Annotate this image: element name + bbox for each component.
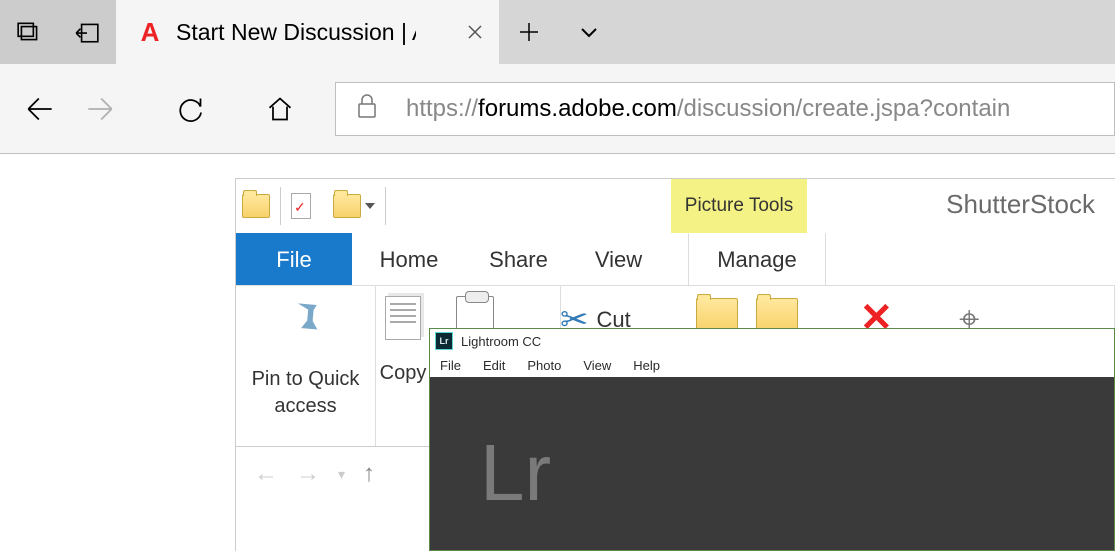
- lightroom-window: Lr Lightroom CC File Edit Photo View Hel…: [429, 328, 1115, 551]
- nav-history-dropdown[interactable]: ▾: [338, 466, 345, 483]
- copy-button[interactable]: Copy: [376, 286, 430, 446]
- lightroom-app-icon: Lr: [435, 332, 453, 350]
- forward-button[interactable]: [70, 79, 130, 139]
- tab-manage[interactable]: Manage: [688, 233, 826, 285]
- copy-label: Copy: [380, 362, 427, 385]
- lightroom-titlebar[interactable]: Lr Lightroom CC: [430, 329, 1114, 353]
- copyto-icon[interactable]: [756, 298, 798, 332]
- properties-icon[interactable]: ✓: [291, 193, 311, 219]
- nav-back[interactable]: ←: [254, 460, 278, 488]
- browser-toolbar: https://forums.adobe.com/discussion/crea…: [0, 64, 1115, 154]
- lightroom-title: Lightroom CC: [461, 334, 541, 349]
- new-tab-button[interactable]: [499, 0, 559, 64]
- tab-preview-button[interactable]: [0, 0, 58, 64]
- nav-up[interactable]: ↑: [363, 460, 375, 488]
- lightroom-splash: Lr: [430, 377, 1114, 550]
- close-tab-button[interactable]: [451, 0, 499, 64]
- adobe-favicon: A: [134, 17, 164, 47]
- pin-icon: [283, 296, 329, 348]
- tab-file[interactable]: File: [236, 233, 352, 285]
- lock-icon: [356, 93, 378, 124]
- moveto-icon[interactable]: [696, 298, 738, 332]
- pin-label: Pin to Quick access: [236, 366, 375, 420]
- home-button[interactable]: [250, 79, 310, 139]
- explorer-qat: ✓ Picture Tools ShutterStock: [236, 179, 1115, 233]
- pin-group[interactable]: Pin to Quick access: [236, 286, 376, 446]
- active-tab[interactable]: A Start New Discussion | A: [116, 0, 499, 64]
- folder-icon[interactable]: [242, 194, 270, 218]
- tab-view[interactable]: View: [571, 233, 666, 285]
- browser-tabstrip: A Start New Discussion | A: [0, 0, 1115, 64]
- tab-title: Start New Discussion | A: [176, 19, 416, 46]
- url-text: https://forums.adobe.com/discussion/crea…: [406, 95, 1010, 123]
- separator: [280, 187, 281, 225]
- menu-help[interactable]: Help: [633, 358, 660, 373]
- separator: [385, 187, 386, 225]
- tabstrip-right: [499, 0, 1115, 64]
- tab-share[interactable]: Share: [466, 233, 571, 285]
- nav-forward[interactable]: →: [296, 460, 320, 488]
- tab-actions-dropdown[interactable]: [559, 0, 619, 64]
- ribbon-tabs: File Home Share View Manage: [236, 233, 1115, 285]
- window-title: ShutterStock: [946, 189, 1095, 220]
- menu-photo[interactable]: Photo: [527, 358, 561, 373]
- copy-icon: [385, 296, 421, 340]
- lightroom-menubar: File Edit Photo View Help: [430, 353, 1114, 377]
- set-aside-tabs-button[interactable]: [58, 0, 116, 64]
- folder-dropdown[interactable]: [333, 194, 375, 218]
- menu-view[interactable]: View: [583, 358, 611, 373]
- context-tab-picture-tools[interactable]: Picture Tools: [671, 179, 807, 233]
- menu-file[interactable]: File: [440, 358, 461, 373]
- refresh-button[interactable]: [160, 79, 220, 139]
- lightroom-logo: Lr: [480, 427, 551, 519]
- tab-home[interactable]: Home: [352, 233, 466, 285]
- address-bar[interactable]: https://forums.adobe.com/discussion/crea…: [335, 82, 1115, 136]
- back-button[interactable]: [10, 79, 70, 139]
- menu-edit[interactable]: Edit: [483, 358, 505, 373]
- edge-system-buttons: [0, 0, 116, 64]
